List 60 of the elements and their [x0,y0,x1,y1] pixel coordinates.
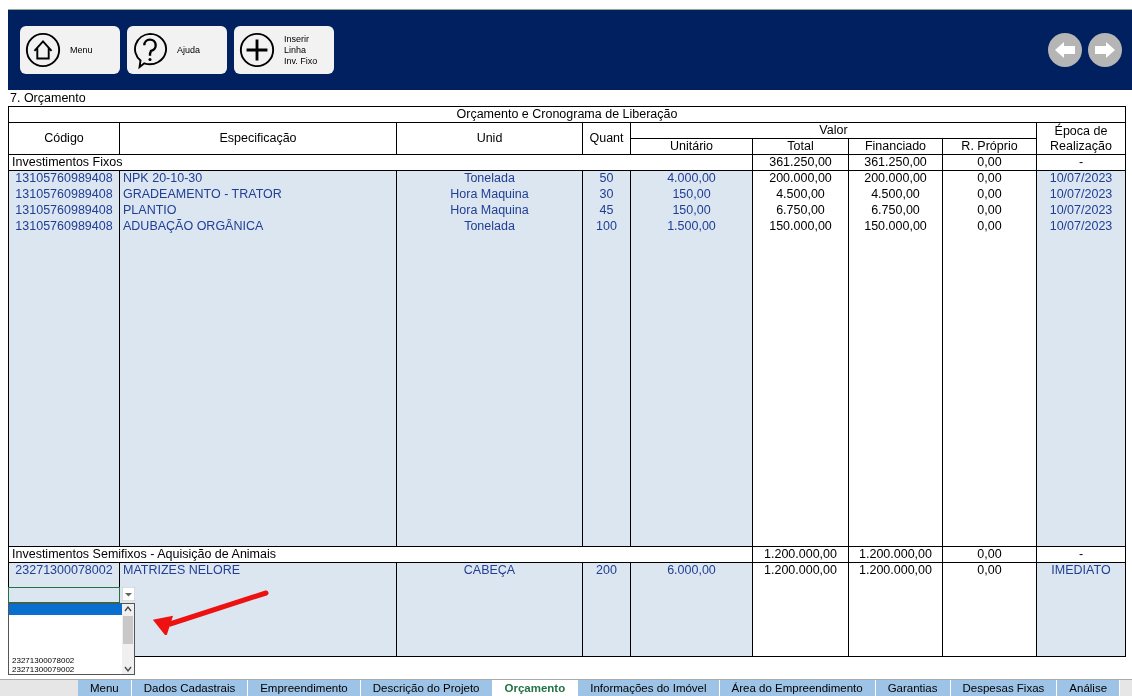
toolbar-button[interactable]: Inserir Linha Inv. Fixo [234,26,334,74]
sheet-tab[interactable]: Análise [1057,680,1121,696]
column-header: Valor [630,122,1037,139]
table-title: Orçamento e Cronograma de Liberação [8,106,1126,123]
table-cell: 0,00 [942,154,1037,171]
sheet-tab[interactable]: Empreendimento [248,680,361,696]
dropdown-cell[interactable] [8,587,120,603]
column-header: Especificação [119,122,397,155]
table-cell: 1.200.000,00 [752,562,849,579]
table-cell: 1.200.000,00 [752,546,849,563]
table-cell: 0,00 [942,202,1037,219]
section-label: Investimentos Fixos [8,154,753,171]
column-header: Quant [582,122,631,155]
sheet-tab[interactable]: Despesas Fixas [950,680,1058,696]
table-cell: 6.750,00 [752,202,849,219]
scroll-down-icon[interactable] [122,664,134,674]
sheet-tab[interactable]: Descrição do Projeto [360,680,493,696]
table-cell: 200.000,00 [752,170,849,187]
column-header: Financiado [848,138,943,155]
sheet-tab[interactable]: Garantias [875,680,951,696]
section-label: Investimentos Semifixos - Aquisição de Animais [8,546,753,563]
column-header: Época de Realização [1036,122,1126,155]
scroll-up-icon[interactable] [122,604,134,614]
help-icon [131,31,169,69]
table-cell: 200.000,00 [848,170,943,187]
dropdown-arrow-icon[interactable] [122,587,135,601]
table-cell: - [1036,546,1126,563]
add-icon [238,31,276,69]
table-cell: 1.200.000,00 [848,562,943,579]
table-cell: 0,00 [942,186,1037,203]
table-cell: 150.000,00 [752,218,849,235]
sheet-tab[interactable]: Orçamento [492,680,579,696]
table-cell: 361.250,00 [848,154,943,171]
scrollbar[interactable] [122,604,134,674]
column-header: Código [8,122,120,155]
column-header: R. Próprio [942,138,1037,155]
toolbar-button[interactable]: Menu [20,26,120,74]
column-header: Unid [396,122,583,155]
table-cell: 150.000,00 [848,218,943,235]
sheet-title: 7. Orçamento [10,90,87,106]
sheet-tab[interactable]: Dados Cadastrais [131,680,249,696]
sheet-tab[interactable]: Menu [78,680,132,696]
sheet-tab[interactable]: Informações do Imóvel [578,680,720,696]
table-cell: 6.750,00 [848,202,943,219]
toolbar-button[interactable]: Ajuda [127,26,227,74]
sheet-tab[interactable]: Área do Empreendimento [719,680,876,696]
table-cell: - [1036,154,1126,171]
dropdown-option[interactable]: 23271300078002 [9,656,122,665]
table-cell: 361.250,00 [752,154,849,171]
table-cell: 0,00 [942,546,1037,563]
column-header: Total [752,138,849,155]
column-header: Unitário [630,138,753,155]
table-cell: 4.500,00 [848,186,943,203]
table-cell: 0,00 [942,562,1037,579]
table-cell: 0,00 [942,170,1037,187]
dropdown-option[interactable]: 23271300079002 [9,665,122,674]
table-cell: 1.200.000,00 [848,546,943,563]
table-cell: 0,00 [942,218,1037,235]
table-cell: 4.500,00 [752,186,849,203]
home-icon [24,31,62,69]
